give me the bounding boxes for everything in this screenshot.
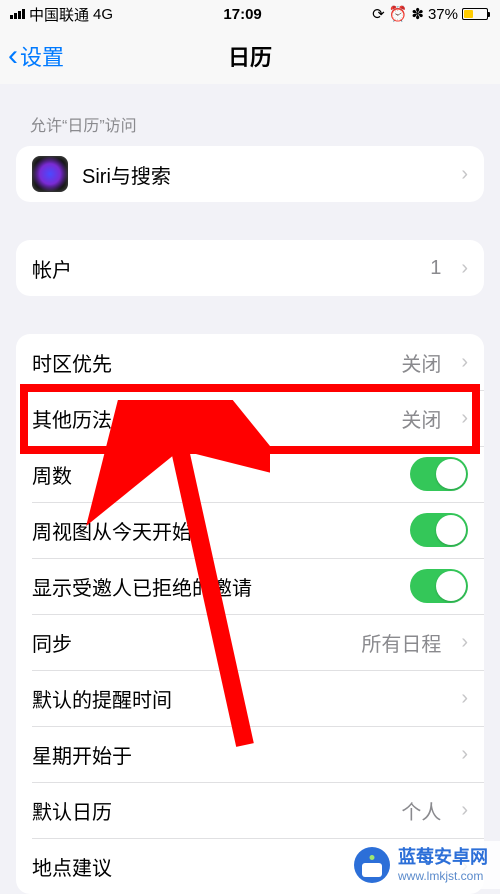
row-week-start[interactable]: 星期开始于 ›: [16, 726, 484, 782]
page-title: 日历: [0, 40, 500, 72]
back-button[interactable]: ‹ 设置: [8, 40, 64, 72]
row-accounts[interactable]: 帐户 1 ›: [16, 240, 484, 296]
watermark-url: www.lmkjst.com: [398, 869, 488, 883]
signal-icon: [10, 9, 25, 19]
watermark-logo-icon: [354, 847, 390, 883]
bluetooth-icon: ✽: [411, 5, 424, 23]
back-label: 设置: [20, 40, 64, 72]
chevron-right-icon: ›: [461, 799, 468, 822]
network-label: 4G: [93, 6, 113, 23]
switch-show-declined[interactable]: [410, 569, 468, 603]
alarm-icon: ⏰: [389, 5, 408, 23]
carrier-label: 中国联通: [29, 4, 89, 25]
row-default-alert[interactable]: 默认的提醒时间 ›: [16, 670, 484, 726]
row-timezone-override[interactable]: 时区优先 关闭 ›: [16, 334, 484, 390]
chevron-right-icon: ›: [461, 257, 468, 280]
siri-icon: [32, 156, 68, 192]
status-time: 17:09: [223, 6, 261, 23]
accounts-value: 1: [430, 257, 441, 280]
chevron-right-icon: ›: [461, 163, 468, 186]
accounts-label: 帐户: [32, 254, 416, 283]
watermark-title: 蓝莓安卓网: [398, 847, 488, 869]
switch-week-numbers[interactable]: [410, 457, 468, 491]
chevron-right-icon: ›: [461, 743, 468, 766]
siri-label: Siri与搜索: [82, 160, 441, 189]
row-week-numbers: 周数: [16, 446, 484, 502]
row-week-view-today: 周视图从今天开始: [16, 502, 484, 558]
section-header-allow: 允许“日历”访问: [0, 84, 500, 146]
chevron-right-icon: ›: [461, 631, 468, 654]
row-default-calendar[interactable]: 默认日历 个人 ›: [16, 782, 484, 838]
battery-icon: [462, 8, 490, 20]
switch-week-view-today[interactable]: [410, 513, 468, 547]
status-bar: 中国联通 4G 17:09 ⟳ ⏰ ✽ 37%: [0, 0, 500, 28]
orientation-lock-icon: ⟳: [372, 5, 385, 23]
row-sync[interactable]: 同步 所有日程 ›: [16, 614, 484, 670]
chevron-left-icon: ‹: [8, 41, 18, 71]
nav-header: ‹ 设置 日历: [0, 28, 500, 84]
chevron-right-icon: ›: [461, 687, 468, 710]
row-siri-search[interactable]: Siri与搜索 ›: [16, 146, 484, 202]
chevron-right-icon: ›: [461, 351, 468, 374]
row-alt-calendars[interactable]: 其他历法 关闭 ›: [16, 390, 484, 446]
group-accounts: 帐户 1 ›: [16, 240, 484, 296]
row-show-declined: 显示受邀人已拒绝的邀请: [16, 558, 484, 614]
group-siri: Siri与搜索 ›: [16, 146, 484, 202]
battery-percent: 37%: [428, 6, 458, 23]
chevron-right-icon: ›: [461, 407, 468, 430]
group-calendar-settings: 时区优先 关闭 › 其他历法 关闭 › 周数 周视图从今天开始 显示受邀人已拒绝…: [16, 334, 484, 894]
watermark: 蓝莓安卓网 www.lmkjst.com: [346, 841, 500, 889]
